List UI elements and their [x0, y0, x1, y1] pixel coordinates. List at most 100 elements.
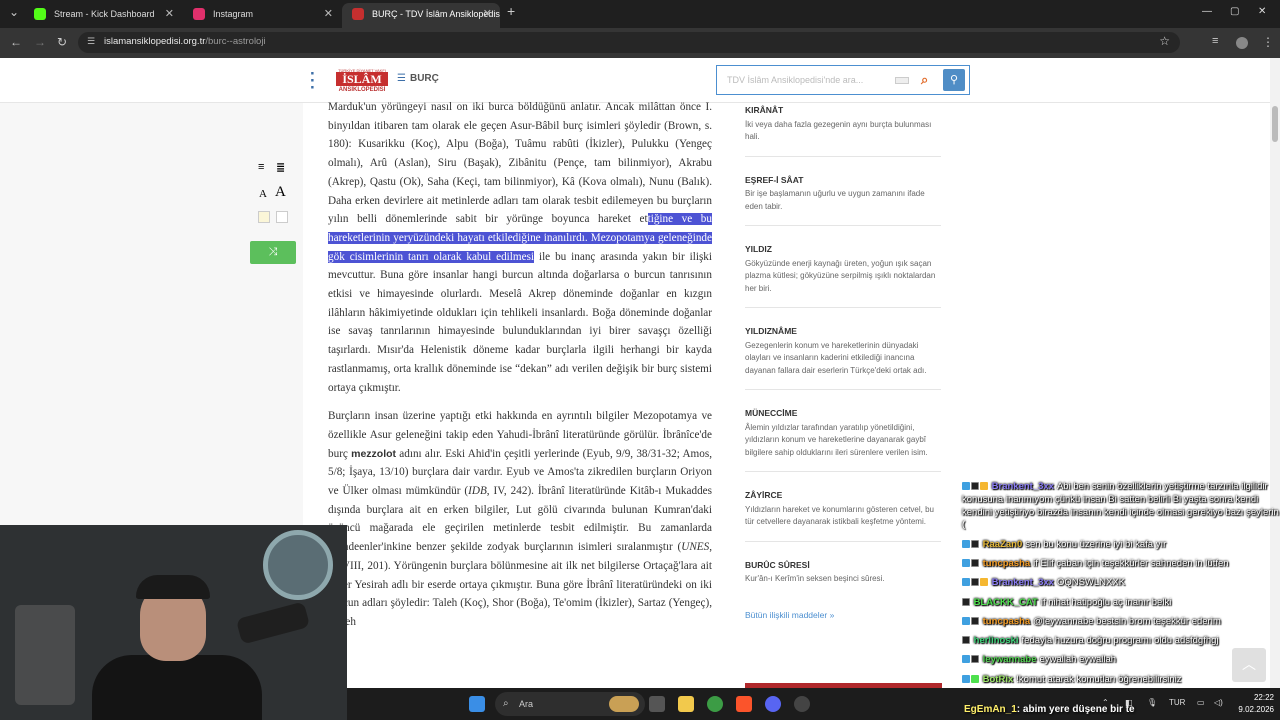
sepia-theme-swatch[interactable] [258, 211, 270, 223]
badge-icon [962, 597, 970, 606]
back-arrow-icon[interactable]: ← [10, 35, 22, 49]
related-term[interactable]: KIRÂNÂT İki veya daha fazla gezegenin ayn… [745, 104, 941, 157]
related-term[interactable]: BURÛC SÛRESİ Kur'ân-ı Kerîm'in seksen beş… [745, 559, 941, 598]
tab-list-chevron-icon[interactable]: ⌄ [9, 5, 19, 19]
tdv-favicon-icon [352, 8, 364, 20]
related-term[interactable]: ZÂYİRCE Yıldızların hareket ve konumların… [745, 489, 941, 542]
bookmark-star-icon[interactable]: ☆ [1159, 34, 1170, 48]
task-view-icon[interactable] [649, 696, 665, 712]
new-tab-icon[interactable]: + [507, 3, 515, 19]
term-title[interactable]: EŞREF-İ SÂAT [745, 174, 941, 187]
browser-menu-icon[interactable]: ⋮ [1262, 35, 1274, 49]
chat-username: herlinoski [973, 635, 1019, 647]
chat-text: if Elif çaban için teşekkürler sahneden … [1033, 557, 1229, 569]
site-logo[interactable]: TÜRKİYE DİYANET VAKFI İSLÂM ANSİKLOPEDİS… [336, 68, 388, 94]
related-term[interactable]: YILDIZ Gökyüzünde enerji kaynağı üreten, … [745, 243, 941, 308]
discord-icon[interactable] [765, 696, 781, 712]
taskbar-search[interactable]: ⌕ Ara [495, 692, 645, 716]
random-article-button[interactable]: ⤨ [250, 241, 296, 264]
badge-icon [962, 539, 970, 548]
search-icon: ⌕ [503, 698, 509, 709]
term-title[interactable]: MÜNECCİME [745, 407, 941, 420]
font-smaller-icon[interactable]: A [259, 188, 267, 200]
studio-light [15, 605, 75, 705]
network-icon[interactable]: ▭ [1197, 698, 1205, 707]
streamer-body [92, 655, 262, 720]
badge-icon [971, 558, 979, 567]
input-language[interactable]: TUR [1169, 698, 1185, 707]
term-title[interactable]: BURÛC SÛRESİ [745, 559, 941, 572]
align-left-icon[interactable]: ≡ [258, 161, 264, 173]
brave-icon[interactable] [736, 696, 752, 712]
maximize-window-icon[interactable]: ▢ [1230, 6, 1239, 17]
close-window-icon[interactable]: ✕ [1258, 6, 1266, 17]
overlay-text: : abim yere düşene bir te [1016, 704, 1135, 715]
badge-icon [962, 674, 970, 683]
chrome-icon[interactable] [707, 696, 723, 712]
file-explorer-icon[interactable] [678, 696, 694, 712]
chat-overlay-last-message: EgEmAn_1: abim yere düşene bir te [964, 704, 1135, 715]
url-host: islamansiklopedisi.org.tr [104, 36, 206, 47]
chat-username: tuncpasha [982, 615, 1031, 627]
tab-kick-dashboard[interactable]: Stream - Kick Dashboard ✕ [24, 3, 182, 28]
term-title[interactable]: ZÂYİRCE [745, 489, 941, 502]
system-clock[interactable]: 22:22 9.02.2026 [1219, 692, 1274, 716]
keyboard-icon[interactable] [895, 77, 909, 84]
chat-text: OQNSWLNXXK [1056, 577, 1126, 589]
article-nav[interactable]: ☰ BURÇ [397, 73, 439, 84]
minimize-window-icon[interactable]: — [1202, 6, 1212, 17]
microphone [235, 601, 311, 645]
white-theme-swatch[interactable] [276, 211, 288, 223]
start-windows-icon[interactable] [469, 696, 485, 712]
related-term[interactable]: MÜNECCİME Âlemin yıldızlar tarafından yar… [745, 407, 941, 472]
term-title[interactable]: YILDIZ [745, 243, 941, 256]
chat-username: BotRix [982, 673, 1014, 685]
list-icon: ☰ [397, 73, 406, 84]
obs-icon[interactable] [794, 696, 810, 712]
term-title[interactable]: KIRÂNÂT [745, 104, 941, 117]
search-button[interactable]: ⚲ [943, 69, 965, 91]
menu-dots-icon[interactable]: · · · [310, 65, 316, 96]
close-tab-icon[interactable]: ✕ [483, 3, 492, 25]
search-highlight-icon [609, 696, 639, 712]
source-abbr: UNES [681, 541, 710, 554]
clock-time: 22:22 [1253, 693, 1274, 702]
badge-icon [962, 578, 970, 587]
tab-islam-ansiklopedisi[interactable]: BURÇ - TDV İslâm Ansiklopedisi ✕ [342, 3, 500, 28]
article-paragraph: Burçların insan üzerine yaptığı etki hak… [328, 407, 712, 631]
justify-icon[interactable]: ≣ [276, 161, 285, 174]
chat-username: RaaZan0 [982, 538, 1023, 550]
article-body: Marduk'un yörüngeyi nasıl on iki burca b… [328, 98, 712, 642]
badge-icon [971, 674, 979, 683]
chat-text: sen bu konu üzerine iyi bi kafa yır [1025, 538, 1167, 550]
font-larger-icon[interactable]: A [275, 184, 286, 201]
tab-instagram[interactable]: Instagram ✕ [183, 3, 341, 28]
term-title[interactable]: YILDIZNÂME [745, 325, 941, 338]
source-abbr: IDB [468, 485, 487, 498]
reload-icon[interactable]: ↻ [57, 35, 67, 49]
tab-title: Instagram [213, 9, 254, 19]
chat-message: Brankent_3xx OQNSWLNXXK [958, 577, 1280, 590]
chat-text: !komut atarak komutları öğrenebilirsiniz [1016, 673, 1182, 685]
address-bar[interactable]: ☰ islamansiklopedisi.org.tr/burc--astrol… [78, 32, 1180, 53]
related-term[interactable]: YILDIZNÂME Gezegenlerin konum ve hareketl… [745, 325, 941, 390]
related-term[interactable]: EŞREF-İ SÂAT Bir işe başlamanın uğurlu ve… [745, 174, 941, 226]
site-info-icon[interactable]: ☰ [87, 36, 95, 47]
chat-text: eywallah eywallah [1039, 654, 1117, 666]
reading-list-icon[interactable]: ≡ [1212, 35, 1218, 47]
instagram-favicon-icon [193, 8, 205, 20]
scrollbar-thumb[interactable] [1272, 106, 1278, 142]
search-icon[interactable]: ⌕ [921, 72, 928, 88]
close-tab-icon[interactable]: ✕ [324, 3, 333, 25]
scroll-to-top-button[interactable]: ︿ [1232, 648, 1266, 682]
microphone-tray-icon[interactable]: 🎙 [1147, 698, 1157, 707]
badge-icon [962, 655, 970, 664]
close-tab-icon[interactable]: ✕ [165, 3, 174, 25]
forward-arrow-icon[interactable]: → [34, 35, 46, 49]
site-search[interactable]: TDV İslâm Ansiklopedisi'nde ara... ⌕ ⚲ [716, 65, 970, 95]
kick-favicon-icon [34, 8, 46, 20]
chat-text: if nihat hatipoğlu aç inanır belki [1040, 596, 1172, 608]
all-related-link[interactable]: Bütün ilişkili maddeler » [745, 609, 941, 622]
search-input[interactable]: TDV İslâm Ansiklopedisi'nde ara... [727, 75, 863, 85]
profile-avatar[interactable] [1236, 37, 1248, 49]
